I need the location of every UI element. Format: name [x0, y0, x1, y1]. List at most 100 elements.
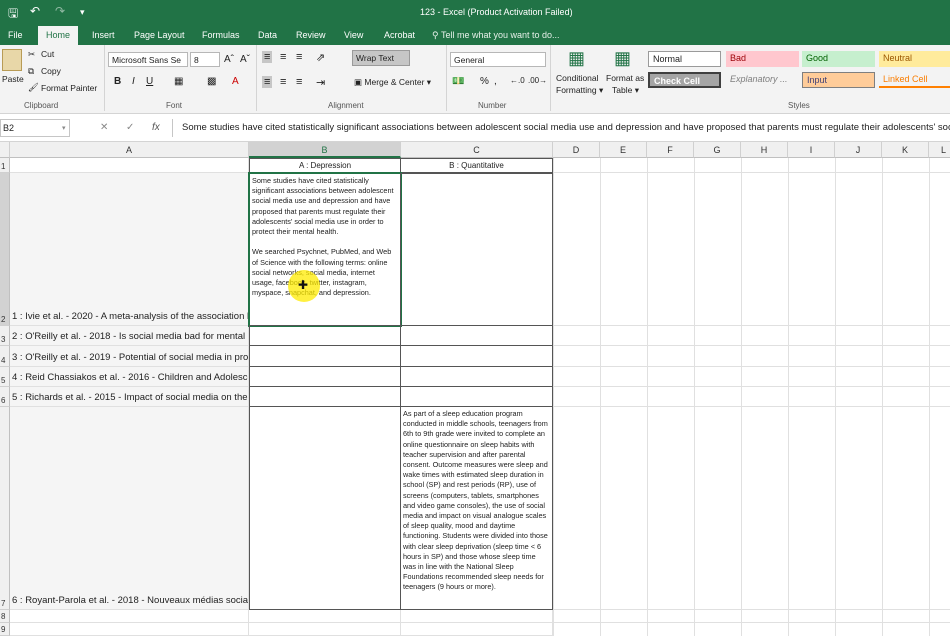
- column-header-l[interactable]: L: [929, 142, 950, 158]
- cut-button[interactable]: Cut: [41, 49, 54, 59]
- row-header-2[interactable]: 2: [0, 173, 10, 326]
- row-header-9[interactable]: 9: [0, 623, 10, 636]
- cell-b4[interactable]: [249, 345, 401, 367]
- cell-a8[interactable]: [10, 610, 249, 623]
- cell-b2[interactable]: Some studies have cited statistically si…: [248, 172, 402, 327]
- row-header-1[interactable]: 1: [0, 158, 10, 173]
- tab-review[interactable]: Review: [288, 26, 334, 45]
- wrap-text-button[interactable]: Wrap Text: [352, 50, 410, 66]
- cell-c2[interactable]: [400, 173, 553, 326]
- fill-color-icon[interactable]: ▩: [207, 76, 216, 87]
- percent-button[interactable]: %: [480, 76, 489, 87]
- font-size-select[interactable]: 8: [190, 52, 220, 67]
- cell-c9[interactable]: [401, 623, 553, 636]
- align-center-icon[interactable]: ≡: [280, 76, 286, 88]
- formula-input[interactable]: Some studies have cited statistically si…: [172, 119, 950, 137]
- cell-a9[interactable]: [10, 623, 249, 636]
- tab-home[interactable]: Home: [38, 26, 79, 45]
- tab-insert[interactable]: Insert: [84, 26, 123, 45]
- cell-a1[interactable]: [10, 158, 249, 173]
- select-all-corner[interactable]: [0, 142, 10, 158]
- number-format-select[interactable]: General: [450, 52, 546, 67]
- column-header-b[interactable]: B: [249, 142, 401, 158]
- increase-decimal-icon[interactable]: ←.0: [510, 76, 525, 85]
- cell-c7[interactable]: As part of a sleep education program con…: [400, 406, 553, 610]
- cell-c8[interactable]: [401, 610, 553, 623]
- column-header-e[interactable]: E: [600, 142, 647, 158]
- style-input[interactable]: Input: [802, 72, 875, 88]
- align-left-icon[interactable]: ≡: [262, 76, 273, 88]
- tab-file[interactable]: File: [0, 26, 31, 45]
- indent-icon[interactable]: ⇥: [316, 76, 325, 89]
- copy-button[interactable]: Copy: [41, 66, 61, 76]
- column-header-h[interactable]: H: [741, 142, 788, 158]
- row-header-7[interactable]: 7: [0, 407, 10, 610]
- tab-acrobat[interactable]: Acrobat: [376, 26, 423, 45]
- italic-button[interactable]: I: [132, 76, 135, 87]
- name-box-dropdown-icon[interactable]: ▾: [62, 124, 66, 132]
- paste-icon[interactable]: [2, 49, 22, 71]
- row-header-6[interactable]: 6: [0, 387, 10, 407]
- style-normal[interactable]: Normal: [648, 51, 721, 67]
- style-check-cell[interactable]: Check Cell: [648, 72, 721, 88]
- column-header-d[interactable]: D: [553, 142, 600, 158]
- bold-button[interactable]: B: [114, 76, 121, 87]
- style-bad[interactable]: Bad: [726, 51, 799, 67]
- tab-page-layout[interactable]: Page Layout: [126, 26, 193, 45]
- conditional-formatting-icon[interactable]: ▦: [568, 48, 585, 69]
- cell-b7[interactable]: [249, 406, 401, 610]
- cell-c1[interactable]: B : Quantitative: [400, 158, 553, 173]
- format-as-table-label2[interactable]: Table ▾: [612, 85, 639, 96]
- cell-a6[interactable]: 5 : Richards et al. - 2015 - Impact of s…: [10, 387, 249, 407]
- currency-icon[interactable]: 💵: [452, 76, 464, 87]
- conditional-formatting-label2[interactable]: Formatting ▾: [556, 85, 603, 96]
- cell-c4[interactable]: [400, 345, 553, 367]
- column-header-i[interactable]: I: [788, 142, 835, 158]
- format-as-table-icon[interactable]: ▦: [614, 48, 631, 69]
- column-header-g[interactable]: G: [694, 142, 741, 158]
- decrease-font-icon[interactable]: Aˇ: [240, 54, 250, 65]
- paste-button[interactable]: Paste: [2, 74, 24, 84]
- style-good[interactable]: Good: [802, 51, 875, 67]
- column-header-a[interactable]: A: [10, 142, 249, 158]
- cell-b8[interactable]: [249, 610, 401, 623]
- tab-data[interactable]: Data: [250, 26, 285, 45]
- insert-function-icon[interactable]: fx: [152, 122, 160, 133]
- decrease-decimal-icon[interactable]: .00→: [528, 76, 547, 85]
- style-explanatory[interactable]: Explanatory ...: [726, 72, 799, 88]
- cell-c3[interactable]: [400, 325, 553, 346]
- row-header-4[interactable]: 4: [0, 346, 10, 367]
- orientation-icon[interactable]: ⇗: [316, 51, 325, 64]
- style-neutral[interactable]: Neutral: [879, 51, 950, 67]
- format-painter-icon[interactable]: 🖌: [28, 82, 39, 93]
- align-top-icon[interactable]: ≡: [262, 51, 273, 63]
- cut-icon[interactable]: ✂: [28, 49, 35, 60]
- cell-a2[interactable]: 1 : Ivie et al. - 2020 - A meta-analysis…: [10, 173, 249, 326]
- name-box[interactable]: B2: [0, 119, 70, 137]
- align-middle-icon[interactable]: ≡: [280, 51, 286, 63]
- row-header-3[interactable]: 3: [0, 326, 10, 346]
- cell-b5[interactable]: [249, 366, 401, 387]
- column-header-k[interactable]: K: [882, 142, 929, 158]
- cell-a7[interactable]: 6 : Royant-Parola et al. - 2018 - Nouvea…: [10, 407, 249, 610]
- format-as-table-label[interactable]: Format as: [606, 73, 644, 83]
- cell-b3[interactable]: [249, 325, 401, 346]
- tab-view[interactable]: View: [336, 26, 371, 45]
- row-header-5[interactable]: 5: [0, 367, 10, 387]
- font-name-select[interactable]: Microsoft Sans Se: [108, 52, 188, 67]
- comma-button[interactable]: ,: [494, 76, 497, 87]
- underline-button[interactable]: U: [146, 76, 153, 87]
- cell-a3[interactable]: 2 : O'Reilly et al. - 2018 - Is social m…: [10, 326, 249, 346]
- cancel-icon[interactable]: ✕: [100, 122, 108, 133]
- tell-me-box[interactable]: ⚲ Tell me what you want to do...: [432, 26, 560, 44]
- column-header-f[interactable]: F: [647, 142, 694, 158]
- increase-font-icon[interactable]: Aˆ: [224, 54, 234, 65]
- align-right-icon[interactable]: ≡: [296, 76, 302, 88]
- format-painter-button[interactable]: Format Painter: [41, 83, 97, 93]
- cell-c6[interactable]: [400, 386, 553, 407]
- style-linked-cell[interactable]: Linked Cell: [879, 72, 950, 88]
- align-bottom-icon[interactable]: ≡: [296, 51, 302, 63]
- cell-a4[interactable]: 3 : O'Reilly et al. - 2019 - Potential o…: [10, 346, 249, 367]
- column-header-j[interactable]: J: [835, 142, 882, 158]
- cell-a5[interactable]: 4 : Reid Chassiakos et al. - 2016 - Chil…: [10, 367, 249, 387]
